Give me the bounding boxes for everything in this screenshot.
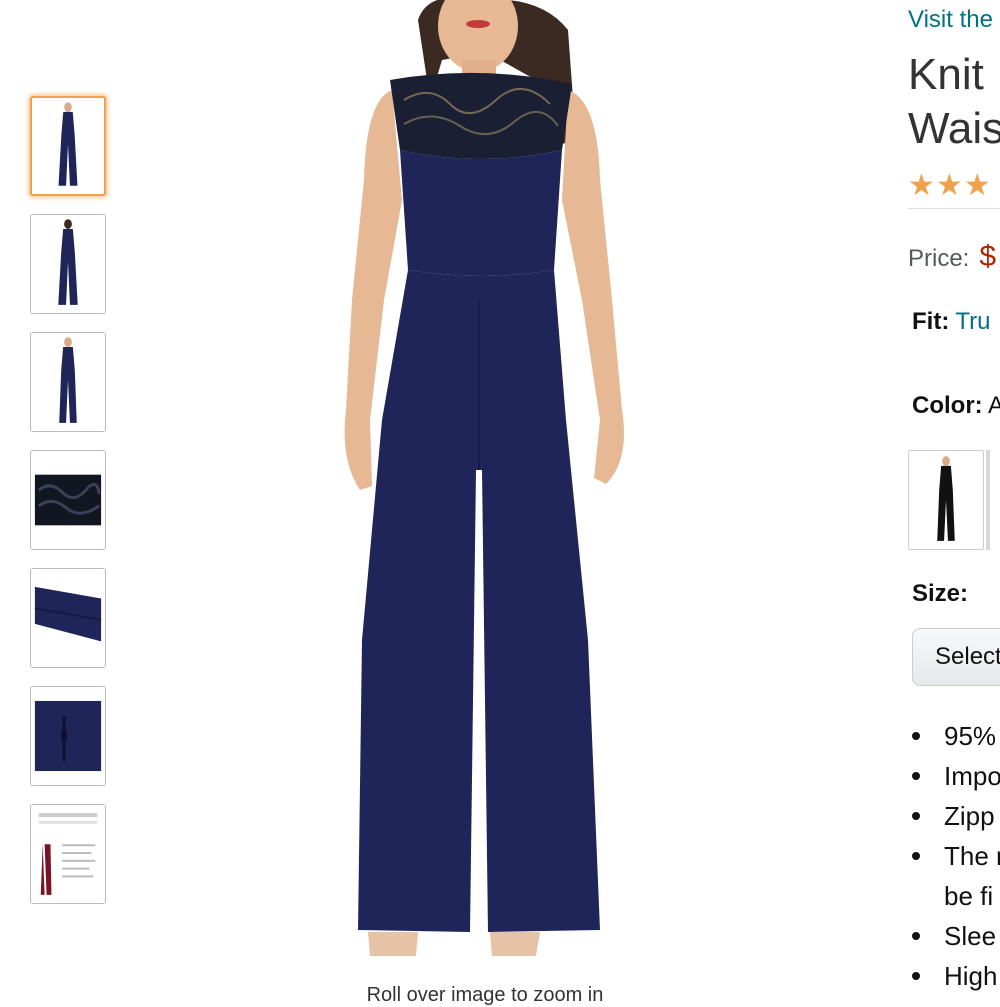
divider <box>908 208 1000 209</box>
thumbnail-zipper-detail[interactable] <box>30 686 106 786</box>
bullet-text-continued: be fi <box>944 881 994 911</box>
bullet-text: Zipp <box>944 801 995 831</box>
fit-row: Fit: Tru <box>912 308 990 336</box>
product-info-panel: Visit the Knit Wais ★★★ Price: $ Fit: Tru … <box>908 0 1000 1000</box>
main-product-image[interactable] <box>300 0 670 970</box>
thumbnail-fabric-detail[interactable] <box>30 568 106 668</box>
bullet-text: Slee <box>944 921 997 951</box>
color-swatch-next[interactable] <box>986 450 990 550</box>
bullet-text: 95% <box>944 721 997 751</box>
product-title-line: Wais <box>908 104 1000 153</box>
price-value: $ <box>979 240 997 273</box>
fit-value-link[interactable]: Tru <box>955 308 990 335</box>
bullet-item: Impo <box>912 756 1000 796</box>
size-select[interactable]: Select <box>912 628 1000 686</box>
thumbnail-full-front-alt[interactable] <box>30 332 106 432</box>
bullet-text: Impo <box>944 761 1000 791</box>
bullet-item: High <box>912 956 1000 996</box>
product-title: Knit Wais <box>908 48 1000 156</box>
bullet-item: Slee <box>912 916 1000 956</box>
color-row: Color: A <box>912 392 1000 420</box>
rating-stars-icon[interactable]: ★★★ <box>908 168 992 203</box>
product-title-line: Knit <box>908 50 984 99</box>
price-label: Price: <box>908 245 970 272</box>
fit-label: Fit: <box>912 308 950 335</box>
thumbnail-full-back[interactable] <box>30 214 106 314</box>
color-swatch-black[interactable] <box>908 450 984 550</box>
bullet-text: The r <box>944 841 1000 871</box>
bullet-item: The r be fi <box>912 836 1000 916</box>
bullet-item: Zipp <box>912 796 1000 836</box>
bullet-text: High <box>944 961 998 991</box>
price-row: Price: $ <box>908 240 996 274</box>
color-value: A <box>988 392 1000 419</box>
thumbnail-lace-detail[interactable] <box>30 450 106 550</box>
color-label: Color: <box>912 392 983 419</box>
thumbnail-full-front[interactable] <box>30 96 106 196</box>
thumbnail-size-chart[interactable] <box>30 804 106 904</box>
bullet-item: 95% <box>912 716 1000 756</box>
store-link[interactable]: Visit the <box>908 6 993 34</box>
zoom-hint-text: Roll over image to zoom in <box>366 984 604 1006</box>
feature-bullets: 95% Impo Zipp The r be fi Slee High <box>912 716 1000 996</box>
size-label: Size: <box>912 580 969 607</box>
